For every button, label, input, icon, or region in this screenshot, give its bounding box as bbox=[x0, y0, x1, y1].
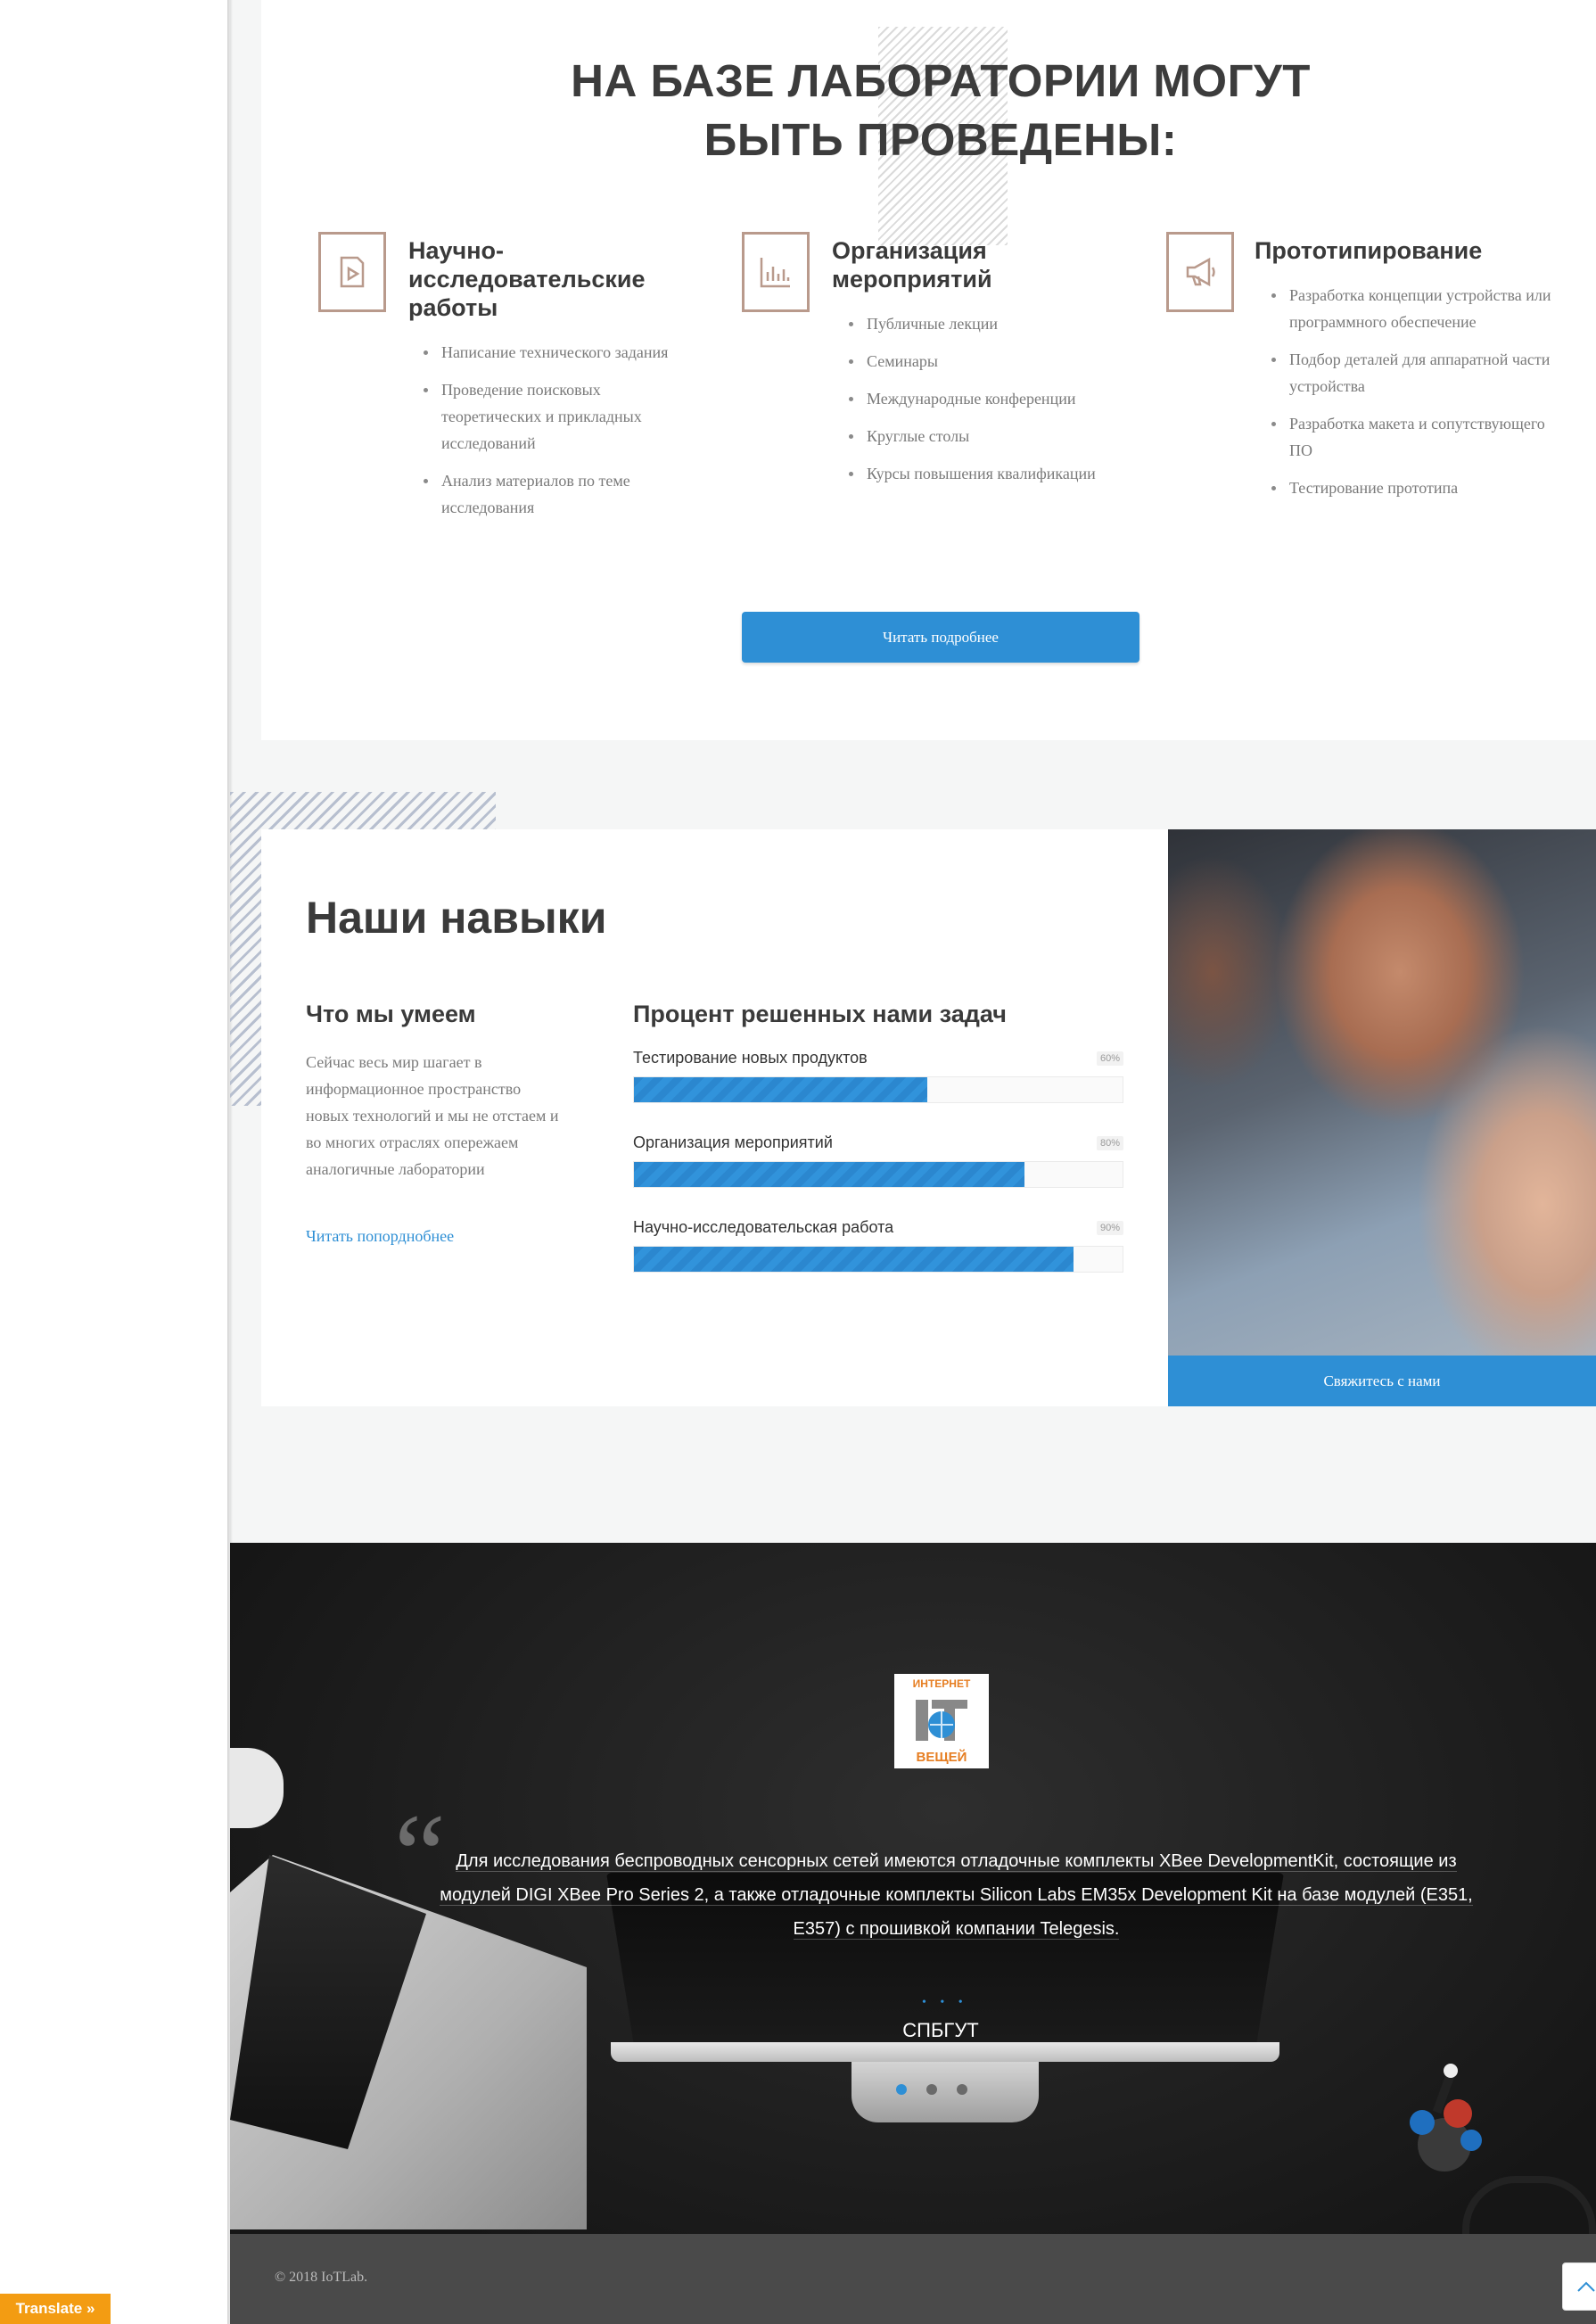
carousel-dot[interactable] bbox=[896, 2084, 907, 2095]
service-list-prototyping: Разработка концепции устройства или прог… bbox=[1270, 282, 1557, 512]
testimonial-quote: Для исследования беспроводных сенсорных … bbox=[424, 1844, 1489, 1946]
progress-fill bbox=[634, 1077, 927, 1102]
megaphone-icon bbox=[1166, 232, 1234, 312]
scroll-top-button[interactable] bbox=[1562, 2262, 1596, 2311]
contact-us-button[interactable]: Свяжитесь с нами bbox=[1168, 1356, 1596, 1406]
list-item: Публичные лекции bbox=[849, 310, 1134, 337]
carousel-dot[interactable] bbox=[926, 2084, 937, 2095]
bar-chart-icon bbox=[742, 232, 810, 312]
globe-icon bbox=[916, 1699, 967, 1741]
services-title-line2: БЫТЬ ПРОВЕДЕНЫ: bbox=[703, 114, 1178, 165]
service-title-research: Научно-исследовательские работы bbox=[408, 237, 646, 321]
skills-hatch-side bbox=[230, 829, 261, 1106]
progress-bar-testing: Тестирование новых продуктов 60% bbox=[633, 1049, 1123, 1103]
toy-figure-decoration bbox=[1410, 2064, 1482, 2172]
quote-text: Для исследования беспроводных сенсорных … bbox=[440, 1851, 1473, 1940]
list-item: Анализ материалов по теме исследования bbox=[424, 467, 700, 521]
progress-percent: 80% bbox=[1096, 1135, 1123, 1150]
services-title: НА БАЗЕ ЛАБОРАТОРИИ МОГУТ БЫТЬ ПРОВЕДЕНЫ… bbox=[464, 52, 1418, 169]
progress-bar-events: Организация мероприятий 80% bbox=[633, 1133, 1123, 1188]
progress-percent: 90% bbox=[1096, 1220, 1123, 1235]
list-item: Разработка макета и сопутствующего ПО bbox=[1271, 410, 1557, 464]
testimonial-author: СПБГУТ bbox=[902, 2019, 979, 2041]
list-item: Круглые столы bbox=[849, 423, 1134, 449]
progress-percent: 60% bbox=[1096, 1051, 1123, 1066]
team-photo bbox=[1168, 829, 1596, 1356]
list-item: Семинары bbox=[849, 348, 1134, 375]
service-list-events: Публичные лекции Семинары Международные … bbox=[847, 310, 1134, 498]
read-more-button[interactable]: Читать подробнее bbox=[742, 612, 1139, 663]
list-item: Написание технического задания bbox=[424, 339, 700, 366]
progress-bar-research: Научно-исследовательская работа 90% bbox=[633, 1218, 1123, 1273]
skills-hatch-decoration bbox=[230, 792, 496, 829]
skills-left-heading: Что мы умеем bbox=[306, 1001, 476, 1027]
progress-label: Научно-исследовательская работа bbox=[633, 1218, 894, 1236]
play-document-icon bbox=[318, 232, 386, 312]
translate-button[interactable]: Translate » bbox=[0, 2294, 111, 2324]
footer bbox=[230, 2234, 1596, 2324]
list-item: Тестирование прототипа bbox=[1271, 474, 1557, 501]
list-item: Проведение поисковых теоретических и при… bbox=[424, 376, 700, 457]
skills-title: Наши навыки bbox=[306, 893, 607, 943]
list-item: Разработка концепции устройства или прог… bbox=[1271, 282, 1557, 335]
service-list-research: Написание технического задания Проведени… bbox=[422, 339, 700, 532]
progress-fill bbox=[634, 1162, 1025, 1187]
logo-text-top: ИНТЕРНЕТ bbox=[912, 1677, 971, 1690]
skills-right-heading: Процент решенных нами задач bbox=[633, 1001, 1007, 1027]
iot-logo: ИНТЕРНЕТ ВЕЩЕЙ bbox=[894, 1674, 989, 1768]
progress-track bbox=[633, 1161, 1123, 1188]
list-item: Курсы повышения квалификации bbox=[849, 460, 1134, 487]
progress-fill bbox=[634, 1247, 1074, 1272]
list-item: Международные конференции bbox=[849, 385, 1134, 412]
services-title-line1: НА БАЗЕ ЛАБОРАТОРИИ МОГУТ bbox=[571, 55, 1311, 106]
carousel-dot[interactable] bbox=[957, 2084, 967, 2095]
service-title-events: Организация мероприятий bbox=[832, 237, 992, 293]
progress-label: Организация мероприятий bbox=[633, 1133, 833, 1151]
list-item: Подбор деталей для аппаратной части устр… bbox=[1271, 346, 1557, 400]
skills-read-more-link[interactable]: Читать попорднобнее bbox=[306, 1227, 454, 1246]
progress-track bbox=[633, 1076, 1123, 1103]
progress-track bbox=[633, 1246, 1123, 1273]
left-gutter bbox=[0, 0, 230, 2324]
carousel-pagination bbox=[896, 2084, 967, 2095]
copyright: © 2018 IoTLab. bbox=[275, 2270, 368, 2285]
progress-label: Тестирование новых продуктов bbox=[633, 1049, 868, 1067]
skills-description: Сейчас весь мир шагает в информационное … bbox=[306, 1053, 559, 1178]
logo-text-bottom: ВЕЩЕЙ bbox=[916, 1750, 967, 1765]
chevron-up-icon bbox=[1577, 2281, 1595, 2292]
decorative-dots: • • • bbox=[922, 1996, 968, 2009]
service-title-prototyping: Прототипирование bbox=[1255, 237, 1483, 264]
monitor-chin-decoration bbox=[611, 2042, 1279, 2062]
